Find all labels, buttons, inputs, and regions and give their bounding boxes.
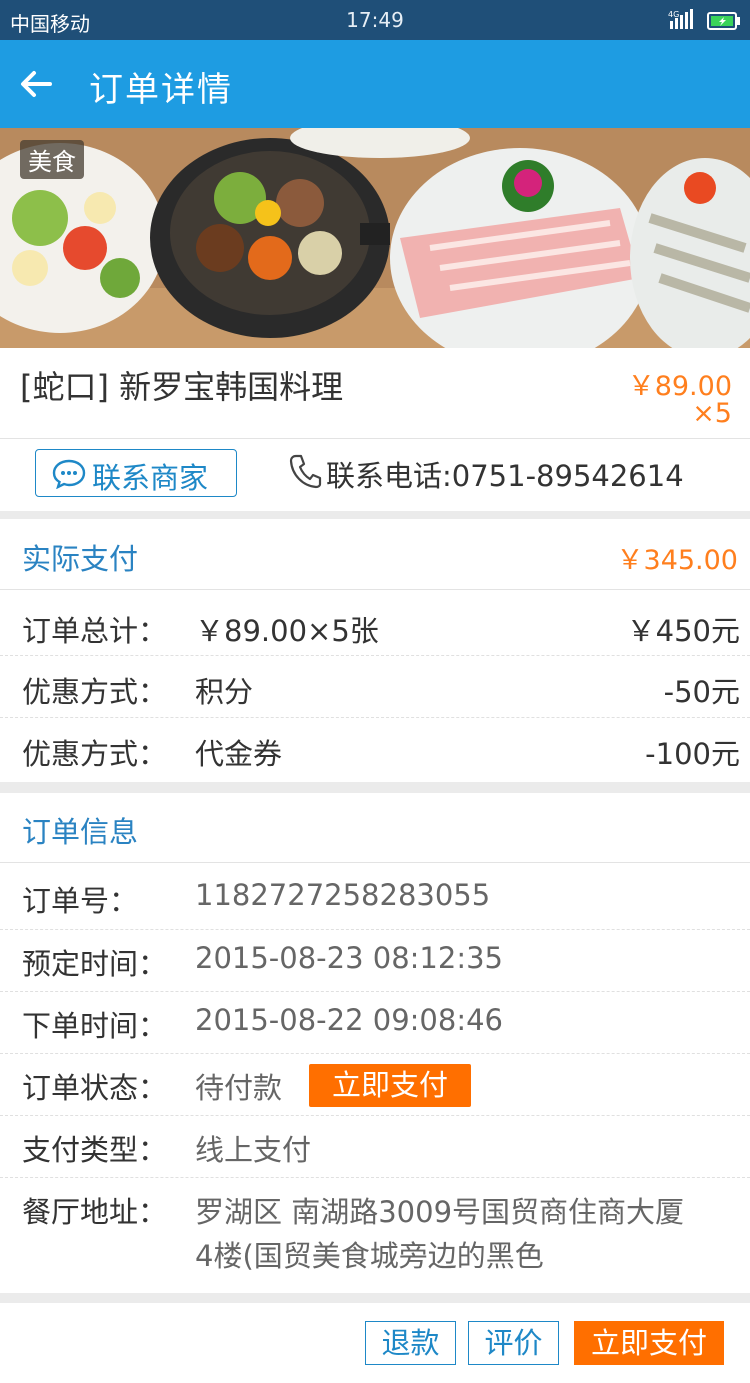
reserve-time-label: 预定时间： xyxy=(22,947,168,981)
review-button[interactable]: 评价 xyxy=(468,1321,559,1365)
discount-value: -100元 xyxy=(645,737,740,771)
actual-payment-amount: ￥345.00 xyxy=(616,545,738,576)
quantity: ×5 xyxy=(692,398,732,429)
order-total-detail: ￥89.00×5张 xyxy=(195,614,379,648)
divider xyxy=(0,589,750,590)
contact-merchant-button[interactable]: 联系商家 xyxy=(35,449,237,497)
order-info-section-title: 订单信息 xyxy=(22,815,139,849)
divider xyxy=(0,1177,750,1178)
clock: 17:49 xyxy=(346,8,404,32)
divider xyxy=(0,1115,750,1116)
chat-bubble-icon xyxy=(52,459,86,489)
order-status: 待付款 xyxy=(195,1071,283,1105)
shop-info-panel: [蛇口] 新罗宝韩国料理 ￥89.00 ×5 xyxy=(0,348,750,438)
page-title: 订单详情 xyxy=(89,70,233,110)
order-number: 1182727258283055 xyxy=(195,878,491,912)
battery-icon xyxy=(707,12,740,30)
phone-icon[interactable] xyxy=(288,453,322,489)
address-line-1: 罗湖区 南湖路3009号国贸商住商大厦 xyxy=(195,1195,685,1229)
action-bar: 退款 评价 立即支付 xyxy=(0,1303,750,1383)
order-time-label: 下单时间： xyxy=(22,1009,168,1043)
divider xyxy=(0,717,750,718)
address-label: 餐厅地址： xyxy=(22,1195,168,1229)
order-total-label: 订单总计： xyxy=(22,614,168,648)
network-type: 4G xyxy=(668,10,679,19)
food-photo xyxy=(0,128,750,348)
order-info-panel: 订单信息 订单号： 1182727258283055 预定时间： 2015-08… xyxy=(0,793,750,1293)
app-bar: 订单详情 xyxy=(0,40,750,128)
pay-now-button[interactable]: 立即支付 xyxy=(574,1321,724,1365)
discount-label: 优惠方式： xyxy=(22,675,168,709)
order-status-label: 订单状态： xyxy=(22,1071,168,1105)
discount-detail: 积分 xyxy=(195,675,254,709)
divider xyxy=(0,991,750,992)
pay-type-label: 支付类型： xyxy=(22,1133,168,1167)
discount-value: -50元 xyxy=(663,675,740,709)
order-time: 2015-08-22 09:08:46 xyxy=(195,1003,503,1037)
order-number-label: 订单号： xyxy=(22,884,139,918)
shop-banner-image: 美食 xyxy=(0,128,750,348)
divider xyxy=(0,1053,750,1054)
phone-number[interactable]: 联系电话:0751-89542614 xyxy=(326,453,684,495)
contact-merchant-label: 联系商家 xyxy=(92,461,209,495)
category-tag: 美食 xyxy=(20,140,84,179)
contact-panel: 联系商家 联系电话:0751-89542614 xyxy=(0,439,750,511)
divider xyxy=(0,929,750,930)
arrow-left-icon[interactable] xyxy=(16,64,56,104)
signal-icon: 4G xyxy=(668,9,693,29)
shop-name[interactable]: [蛇口] 新罗宝韩国料理 xyxy=(20,362,343,408)
payment-panel: 实际支付 ￥345.00 订单总计： ￥89.00×5张 ￥450元 优惠方式：… xyxy=(0,519,750,782)
address-line-2: 4楼(国贸美食城旁边的黑色 xyxy=(195,1239,544,1273)
divider xyxy=(0,862,750,863)
pay-now-inline-button[interactable]: 立即支付 xyxy=(309,1064,471,1107)
discount-detail: 代金券 xyxy=(195,737,283,771)
refund-button[interactable]: 退款 xyxy=(365,1321,456,1365)
divider xyxy=(0,655,750,656)
payment-section-title: 实际支付 xyxy=(22,542,139,576)
pay-type: 线上支付 xyxy=(195,1133,312,1167)
discount-label: 优惠方式： xyxy=(22,737,168,771)
status-bar: 中国移动 17:49 4G xyxy=(0,0,750,40)
order-total-value: ￥450元 xyxy=(626,614,740,648)
reserve-time: 2015-08-23 08:12:35 xyxy=(195,941,503,975)
